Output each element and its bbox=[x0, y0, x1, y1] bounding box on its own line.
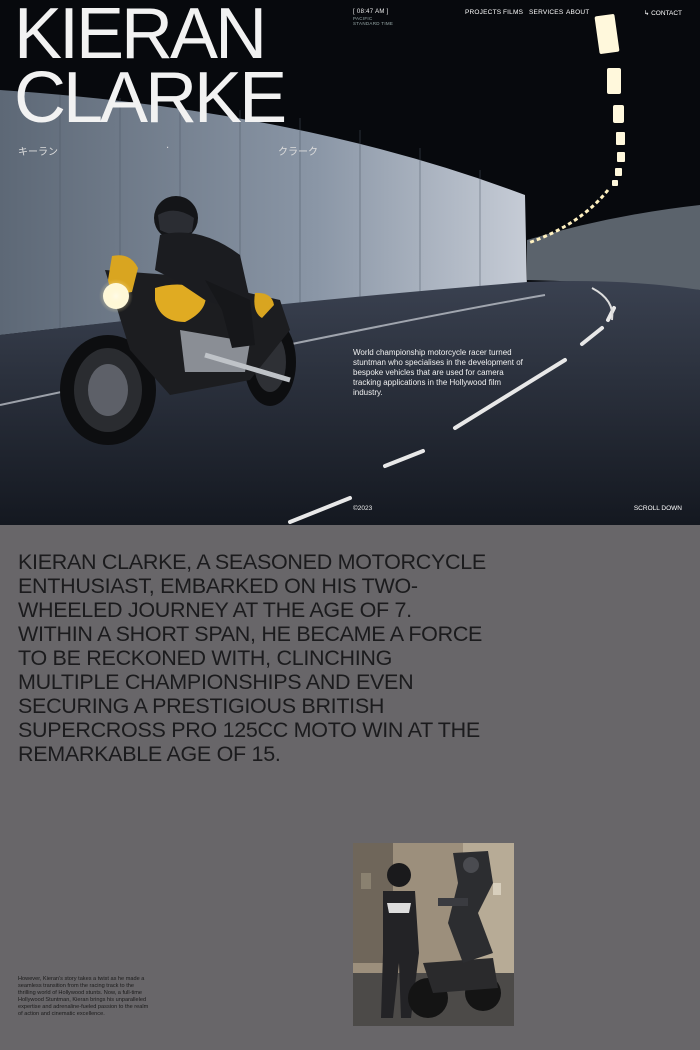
name-last: CLARKE bbox=[14, 58, 287, 138]
name-separator-dot: · bbox=[166, 143, 170, 154]
nav-films[interactable]: FILMS bbox=[503, 9, 523, 16]
stuntman-rig-photo bbox=[353, 843, 514, 1026]
japanese-last-name: クラーク bbox=[278, 147, 318, 158]
nav-services[interactable]: SERVICES bbox=[529, 9, 563, 16]
japanese-name: キーラン · クラーク bbox=[18, 143, 318, 158]
timezone-line2: STANDARD TIME bbox=[353, 21, 394, 26]
scroll-down-link[interactable]: SCROLL DOWN bbox=[634, 505, 682, 512]
stunt-camera-bike-image bbox=[353, 843, 514, 1026]
japanese-first-name: キーラン bbox=[18, 147, 58, 158]
time-value: [ 08:47 AM ] bbox=[353, 9, 389, 15]
site-name-heading: KIERAN CLARKE bbox=[14, 0, 287, 138]
name-first: KIERAN bbox=[14, 0, 267, 74]
contact-link[interactable]: ↳ CONTACT bbox=[644, 9, 682, 17]
intro-statement: KIERAN CLARKE, A SEASONED MOTORCYCLE ENT… bbox=[18, 550, 486, 766]
hero-section: KIERAN CLARKE キーラン · クラーク [ 08:47 AM ] P… bbox=[0, 0, 700, 525]
nav-about[interactable]: ABOUT bbox=[566, 9, 589, 16]
nav-projects[interactable]: PROJECTS bbox=[465, 9, 501, 16]
copyright: ©2023 bbox=[353, 505, 373, 512]
hero-description: World championship motorcycle racer turn… bbox=[353, 348, 523, 397]
local-time: [ 08:47 AM ] PACIFIC STANDARD TIME bbox=[353, 9, 393, 26]
career-transition-text: However, Kieran's story takes a twist as… bbox=[18, 976, 149, 1017]
